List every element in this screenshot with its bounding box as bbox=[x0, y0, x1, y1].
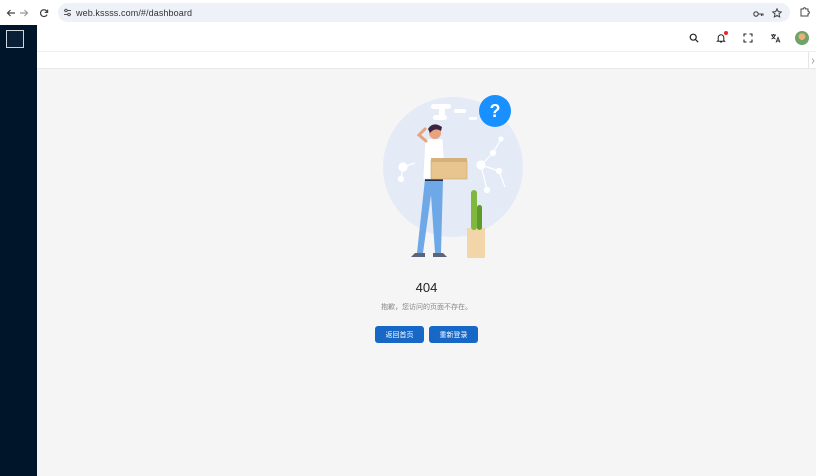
back-home-button[interactable]: 返回首页 bbox=[375, 326, 424, 343]
reload-icon bbox=[39, 9, 49, 18]
notification-button[interactable] bbox=[713, 30, 729, 46]
app-header bbox=[37, 25, 816, 52]
tags-view-bar bbox=[37, 52, 816, 69]
user-avatar[interactable] bbox=[794, 30, 810, 46]
tune-icon bbox=[63, 8, 71, 17]
puzzle-icon bbox=[800, 7, 810, 17]
search-icon bbox=[689, 33, 699, 43]
translate-icon bbox=[770, 34, 780, 43]
forward-button[interactable] bbox=[14, 3, 34, 23]
bookmark-star-icon[interactable] bbox=[771, 5, 783, 23]
main-content: ? 404 抱歉，您访问的页面不存在。 返回首页 重新登录 bbox=[37, 69, 816, 476]
extensions-button[interactable] bbox=[799, 4, 810, 22]
not-found-illustration: ? bbox=[383, 95, 523, 258]
error-code: 404 bbox=[415, 280, 438, 295]
chevron-right-icon bbox=[811, 57, 815, 64]
password-key-icon[interactable] bbox=[753, 5, 764, 23]
tags-scroll-right-button[interactable] bbox=[808, 52, 816, 69]
address-bar[interactable]: web.kssss.com/#/dashboard bbox=[58, 3, 790, 22]
avatar bbox=[795, 31, 809, 45]
forward-arrow-icon bbox=[20, 9, 29, 17]
sidebar bbox=[0, 25, 37, 476]
error-message: 抱歉，您访问的页面不存在。 bbox=[381, 304, 472, 311]
logo-image[interactable] bbox=[6, 30, 24, 48]
fullscreen-button[interactable] bbox=[740, 30, 756, 46]
fullscreen-icon bbox=[743, 33, 753, 43]
language-button[interactable] bbox=[767, 30, 783, 46]
action-buttons: 返回首页 重新登录 bbox=[37, 326, 816, 343]
reload-button[interactable] bbox=[34, 3, 54, 23]
site-info-button[interactable] bbox=[58, 3, 76, 22]
browser-toolbar: web.kssss.com/#/dashboard bbox=[0, 0, 816, 25]
header-tools bbox=[686, 30, 810, 46]
notification-dot bbox=[724, 31, 728, 35]
question-mark-icon: ? bbox=[490, 101, 501, 121]
url-text: web.kssss.com/#/dashboard bbox=[76, 7, 193, 18]
relogin-button[interactable]: 重新登录 bbox=[429, 326, 478, 343]
search-button[interactable] bbox=[686, 30, 702, 46]
